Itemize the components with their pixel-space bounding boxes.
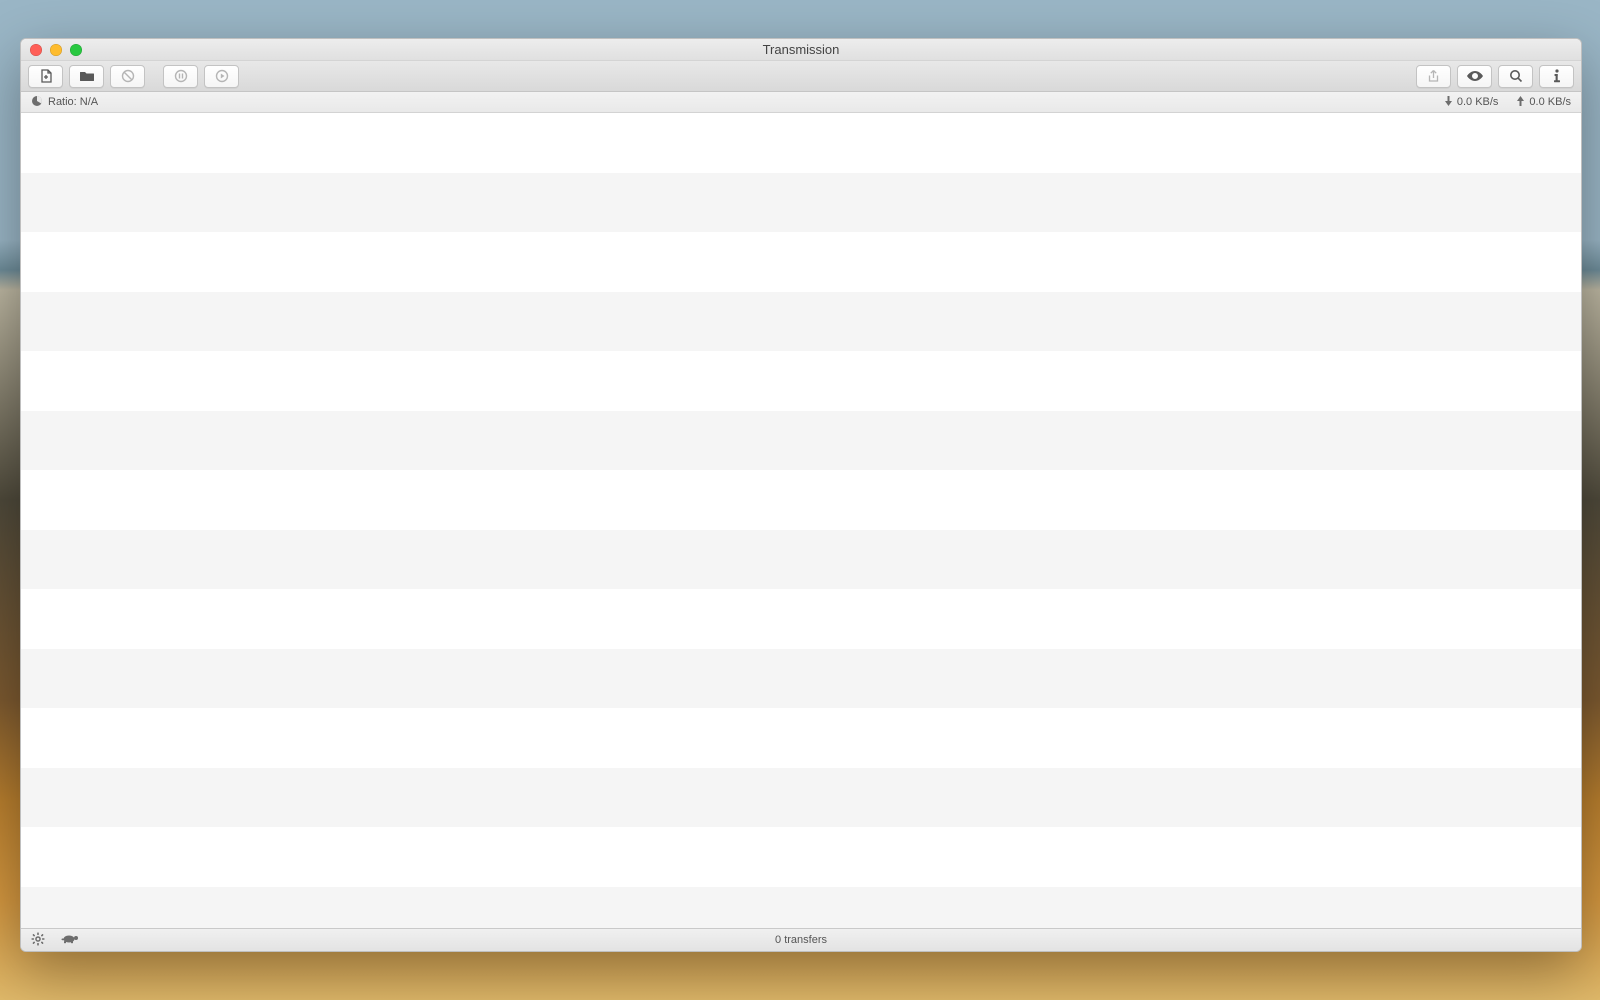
fullscreen-window-button[interactable] bbox=[70, 44, 82, 56]
transfer-count-label: 0 transfers bbox=[21, 934, 1581, 946]
info-button[interactable] bbox=[1539, 65, 1574, 88]
toolbar bbox=[21, 61, 1581, 92]
desktop-background: Transmission bbox=[0, 0, 1600, 1000]
ratio-icon bbox=[31, 95, 43, 110]
create-torrent-button[interactable] bbox=[28, 65, 63, 88]
table-row bbox=[21, 708, 1581, 768]
app-window: Transmission bbox=[20, 38, 1582, 952]
download-speed-display: 0.0 KB/s bbox=[1444, 96, 1499, 109]
close-window-button[interactable] bbox=[30, 44, 42, 56]
upload-speed-display: 0.0 KB/s bbox=[1516, 96, 1571, 109]
window-title: Transmission bbox=[21, 42, 1581, 57]
document-plus-icon bbox=[40, 69, 52, 83]
status-bar: Ratio: N/A 0.0 KB/s bbox=[21, 92, 1581, 113]
info-icon bbox=[1552, 69, 1562, 83]
table-row bbox=[21, 113, 1581, 173]
resume-button[interactable] bbox=[204, 65, 239, 88]
download-arrow-icon bbox=[1444, 96, 1453, 109]
speed-limit-button[interactable] bbox=[61, 933, 79, 947]
turtle-icon bbox=[61, 935, 79, 947]
eye-icon bbox=[1466, 70, 1484, 82]
table-row bbox=[21, 649, 1581, 709]
minimize-window-button[interactable] bbox=[50, 44, 62, 56]
pause-button[interactable] bbox=[163, 65, 198, 88]
remove-torrent-button[interactable] bbox=[110, 65, 145, 88]
folder-icon bbox=[79, 70, 95, 82]
table-row bbox=[21, 232, 1581, 292]
remove-icon bbox=[121, 69, 135, 83]
open-torrent-button[interactable] bbox=[69, 65, 104, 88]
window-controls bbox=[21, 44, 82, 56]
share-button[interactable] bbox=[1416, 65, 1451, 88]
table-row bbox=[21, 768, 1581, 828]
ratio-label: Ratio: N/A bbox=[48, 96, 98, 108]
bottom-bar: 0 transfers bbox=[21, 928, 1581, 951]
table-row bbox=[21, 887, 1581, 929]
table-row bbox=[21, 173, 1581, 233]
pause-icon bbox=[174, 69, 188, 83]
table-row bbox=[21, 292, 1581, 352]
table-row bbox=[21, 351, 1581, 411]
settings-button[interactable] bbox=[31, 932, 45, 949]
gear-icon bbox=[31, 937, 45, 949]
upload-arrow-icon bbox=[1516, 96, 1525, 109]
table-row bbox=[21, 411, 1581, 471]
search-button[interactable] bbox=[1498, 65, 1533, 88]
table-row bbox=[21, 470, 1581, 530]
table-row bbox=[21, 589, 1581, 649]
quicklook-button[interactable] bbox=[1457, 65, 1492, 88]
upload-speed-value: 0.0 KB/s bbox=[1529, 96, 1571, 108]
transfer-list[interactable] bbox=[21, 113, 1581, 928]
resume-icon bbox=[215, 69, 229, 83]
download-speed-value: 0.0 KB/s bbox=[1457, 96, 1499, 108]
titlebar: Transmission bbox=[21, 39, 1581, 61]
table-row bbox=[21, 530, 1581, 590]
share-icon bbox=[1427, 69, 1440, 83]
search-icon bbox=[1509, 69, 1523, 83]
table-row bbox=[21, 827, 1581, 887]
ratio-display[interactable]: Ratio: N/A bbox=[31, 95, 98, 110]
